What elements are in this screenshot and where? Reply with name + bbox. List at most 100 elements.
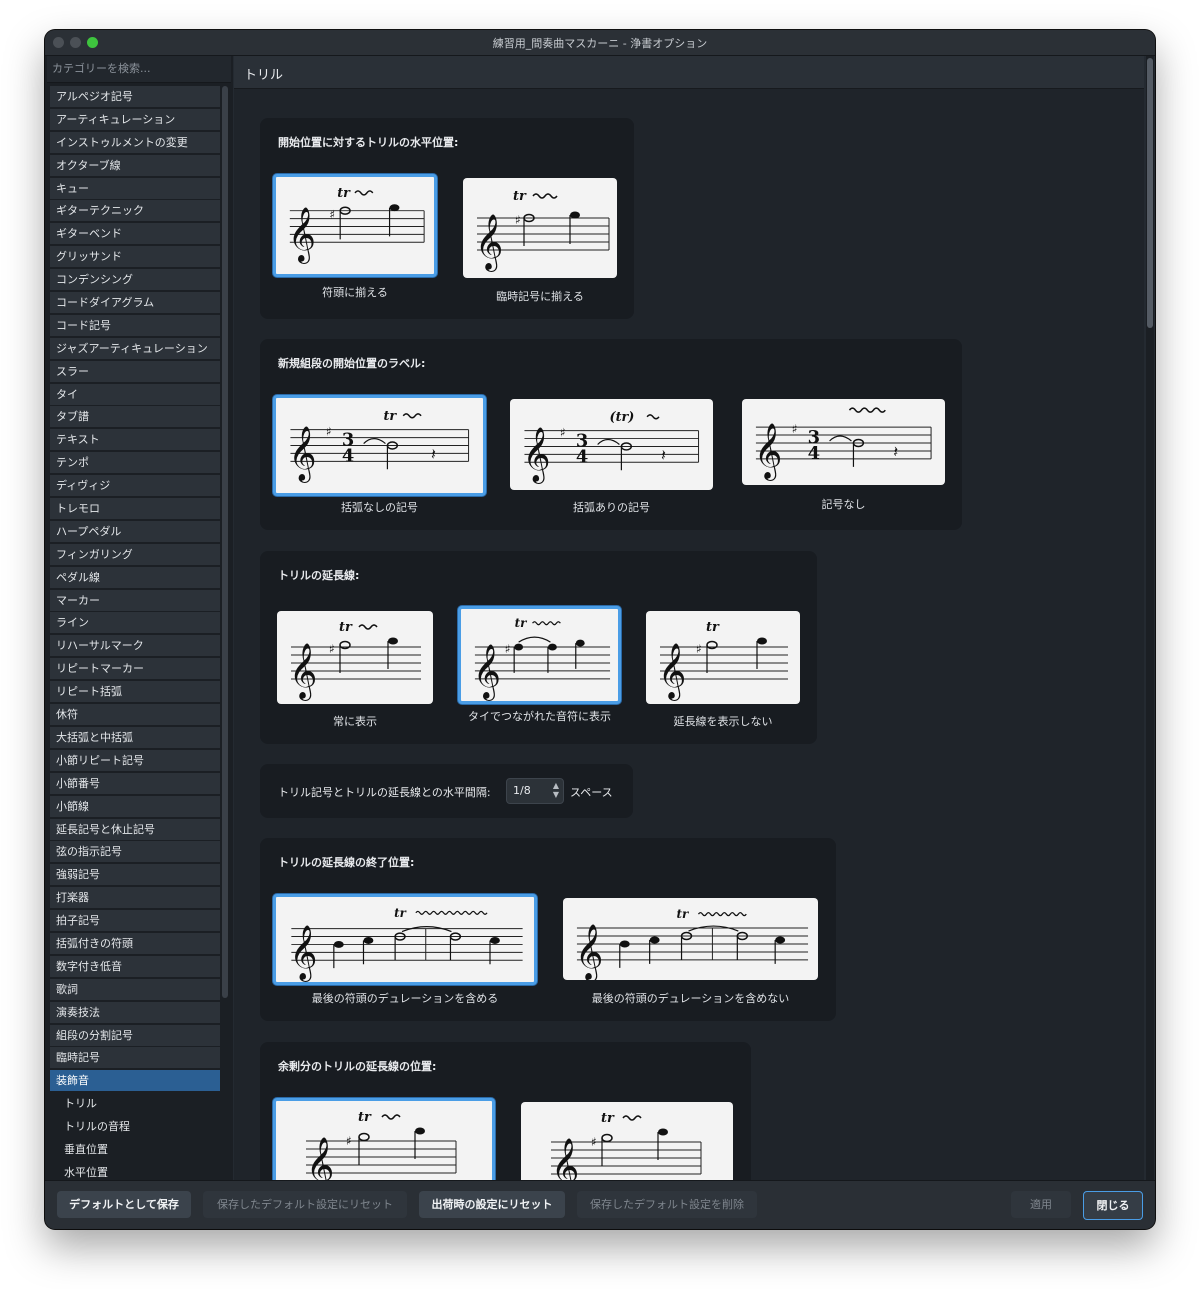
sidebar-category-item[interactable]: ペダル線 bbox=[50, 566, 220, 588]
section-title: トリル bbox=[244, 68, 284, 83]
sidebar-category-item[interactable]: 演奏技法 bbox=[50, 1001, 220, 1023]
option-exclude-last-duration[interactable]: 𝄞 tr bbox=[563, 898, 818, 980]
sidebar-category-item[interactable]: リピートマーカー bbox=[50, 658, 220, 680]
sidebar-category-item[interactable]: ディヴィジ bbox=[50, 475, 220, 497]
svg-text:♯: ♯ bbox=[329, 208, 335, 222]
svg-text:tr: tr bbox=[383, 409, 397, 424]
svg-text:𝄞: 𝄞 bbox=[288, 426, 316, 483]
svg-text:4: 4 bbox=[576, 446, 588, 467]
sidebar-category-item[interactable]: タイ bbox=[50, 383, 220, 405]
sidebar-category-item[interactable]: 小節リピート記号 bbox=[50, 749, 220, 771]
sidebar-category-active[interactable]: 装飾音 bbox=[50, 1070, 220, 1092]
option-label: 臨時記号に揃える bbox=[496, 290, 584, 303]
sidebar-subitem[interactable]: 垂直位置 bbox=[50, 1139, 220, 1160]
sidebar-category-item[interactable]: グリッサンド bbox=[50, 246, 220, 268]
sidebar-category-item[interactable]: キュー bbox=[50, 177, 220, 199]
option-show-on-tied-notes[interactable]: 𝄞 ♯ tr bbox=[458, 606, 621, 704]
sidebar-category-item[interactable]: ハープペダル bbox=[50, 520, 220, 542]
svg-text:♯: ♯ bbox=[346, 1134, 352, 1148]
sidebar-category-item[interactable]: 括弧付きの符頭 bbox=[50, 932, 220, 954]
svg-text:𝄞: 𝄞 bbox=[754, 424, 782, 481]
option-label: 延長線を表示しない bbox=[673, 715, 773, 728]
notation-preview-icon: 𝄞 ♯ tr bbox=[473, 616, 611, 701]
option-include-last-duration[interactable]: 𝄞 tr bbox=[273, 894, 537, 985]
main-scrollbar[interactable] bbox=[1146, 56, 1154, 1180]
close-button[interactable]: 閉じる bbox=[1083, 1191, 1143, 1220]
sidebar-category-item[interactable]: 休符 bbox=[50, 704, 220, 726]
sidebar-category-item[interactable]: 強弱記号 bbox=[50, 864, 220, 886]
svg-text:tr: tr bbox=[394, 906, 406, 920]
sidebar-category-item[interactable]: アルペジオ記号 bbox=[50, 86, 220, 107]
sidebar-category-item[interactable]: 歌詞 bbox=[50, 978, 220, 1000]
sidebar-category-item[interactable]: スラー bbox=[50, 360, 220, 382]
option-excess-position-a[interactable]: 𝄞 ♯ tr bbox=[273, 1098, 495, 1180]
sidebar-category-item[interactable]: 数字付き低音 bbox=[50, 955, 220, 977]
sidebar-category-item[interactable]: 組段の分割記号 bbox=[50, 1024, 220, 1046]
delete-saved-default-button[interactable]: 保存したデフォルト設定を削除 bbox=[577, 1191, 757, 1218]
sidebar-category-item[interactable]: マーカー bbox=[50, 589, 220, 611]
sidebar-scrollbar[interactable] bbox=[222, 86, 228, 998]
svg-text:𝄞: 𝄞 bbox=[551, 1138, 579, 1180]
option-excess-position-b[interactable]: 𝄞 ♯ tr bbox=[521, 1102, 733, 1180]
option-align-accidental[interactable]: 𝄞 ♯ tr bbox=[463, 178, 617, 278]
group-title: 開始位置に対するトリルの水平位置: bbox=[278, 136, 459, 149]
sidebar-category-item[interactable]: 拍子記号 bbox=[50, 910, 220, 932]
scrollbar-thumb[interactable] bbox=[1147, 58, 1153, 328]
sidebar-category-item[interactable]: オクターブ線 bbox=[50, 154, 220, 176]
sidebar-subitem[interactable]: 水平位置 bbox=[50, 1162, 220, 1180]
sidebar-category-item[interactable]: ギターテクニック bbox=[50, 200, 220, 222]
sidebar-category-item[interactable]: 弦の指示記号 bbox=[50, 841, 220, 863]
sidebar-category-item[interactable]: ギターベンド bbox=[50, 223, 220, 245]
svg-text:𝄞: 𝄞 bbox=[475, 214, 503, 272]
option-hide-extension-line[interactable]: 𝄞 ♯ tr bbox=[646, 611, 800, 704]
notation-preview-icon: 𝄞 ♯ tr bbox=[475, 189, 610, 272]
svg-text:tr: tr bbox=[677, 907, 691, 921]
apply-button[interactable]: 適用 bbox=[1011, 1191, 1071, 1218]
sidebar-subitem[interactable]: トリルの音程 bbox=[50, 1116, 220, 1137]
sidebar-category-item[interactable]: 小節番号 bbox=[50, 772, 220, 794]
trill-spacing-group: トリル記号とトリルの延長線との水平間隔: 1/8 ▲ ▼ スペース bbox=[260, 764, 633, 818]
sidebar-category-item[interactable]: タブ譜 bbox=[50, 406, 220, 428]
sidebar-category-item[interactable]: インストゥルメントの変更 bbox=[50, 131, 220, 153]
sidebar-category-item[interactable]: リピート括弧 bbox=[50, 681, 220, 703]
stepper-arrows-icon[interactable]: ▲ ▼ bbox=[553, 781, 559, 799]
sidebar-category-item[interactable]: テキスト bbox=[50, 429, 220, 451]
sidebar-category-item[interactable]: フィンガリング bbox=[50, 543, 220, 565]
spacing-value: 1/8 bbox=[513, 784, 531, 797]
sidebar-category-item[interactable]: テンポ bbox=[50, 452, 220, 474]
sidebar-category-item[interactable]: コードダイアグラム bbox=[50, 292, 220, 314]
options-panel: トリル 開始位置に対するトリルの水平位置: 𝄞 ♯ tr 符頭に揃える 𝄞 ♯ … bbox=[234, 56, 1144, 1180]
sidebar-category-item[interactable]: コード記号 bbox=[50, 314, 220, 336]
sidebar-category-item[interactable]: リハーサルマーク bbox=[50, 635, 220, 657]
svg-text:𝄽: 𝄽 bbox=[431, 444, 436, 463]
svg-text:tr: tr bbox=[515, 616, 527, 630]
save-as-default-button[interactable]: デフォルトとして保存 bbox=[57, 1191, 191, 1218]
sidebar-category-item[interactable]: 臨時記号 bbox=[50, 1047, 220, 1069]
group-title: 余剰分のトリルの延長線の位置: bbox=[278, 1060, 437, 1073]
sidebar-category-item[interactable]: トレモロ bbox=[50, 498, 220, 520]
sidebar-category-item[interactable]: ジャズアーティキュレーション bbox=[50, 337, 220, 359]
sidebar-category-item[interactable]: コンデンシング bbox=[50, 269, 220, 291]
category-search-input[interactable] bbox=[47, 56, 227, 81]
svg-text:𝄞: 𝄞 bbox=[658, 643, 686, 701]
option-no-parentheses[interactable]: 𝄞 ♯ 3 4 𝄽 tr bbox=[273, 395, 486, 496]
reset-to-saved-default-button[interactable]: 保存したデフォルト設定にリセット bbox=[203, 1191, 407, 1218]
sidebar-subitem[interactable]: トリル bbox=[50, 1093, 220, 1114]
sidebar-category-item[interactable]: 小節線 bbox=[50, 795, 220, 817]
option-label: 括弧ありの記号 bbox=[573, 501, 650, 514]
sidebar-category-item[interactable]: 打楽器 bbox=[50, 887, 220, 909]
sidebar-category-item[interactable]: 大括弧と中括弧 bbox=[50, 726, 220, 748]
group-title: トリルの延長線の終了位置: bbox=[278, 856, 415, 869]
option-label: 括弧なしの記号 bbox=[341, 501, 418, 514]
sidebar-category-item[interactable]: 延長記号と休止記号 bbox=[50, 818, 220, 840]
reset-to-factory-button[interactable]: 出荷時の設定にリセット bbox=[419, 1191, 565, 1218]
option-align-notehead[interactable]: 𝄞 ♯ tr bbox=[273, 174, 437, 277]
spacing-stepper[interactable]: 1/8 ▲ ▼ bbox=[506, 778, 564, 804]
option-no-symbol[interactable]: 𝄞 ♯ 3 4 𝄽 bbox=[742, 399, 945, 485]
sidebar-category-item[interactable]: ライン bbox=[50, 612, 220, 634]
sidebar-category-item[interactable]: アーティキュレーション bbox=[50, 108, 220, 130]
option-with-parentheses[interactable]: 𝄞 ♯ 3 4 𝄽 (tr) bbox=[510, 399, 713, 490]
option-always-show[interactable]: 𝄞 ♯ tr bbox=[277, 611, 433, 704]
engraving-options-window: 練習用_間奏曲マスカーニ - 浄書オプション アルペジオ記号アーティキュレーショ… bbox=[45, 30, 1155, 1229]
svg-text:♯: ♯ bbox=[591, 1135, 597, 1149]
